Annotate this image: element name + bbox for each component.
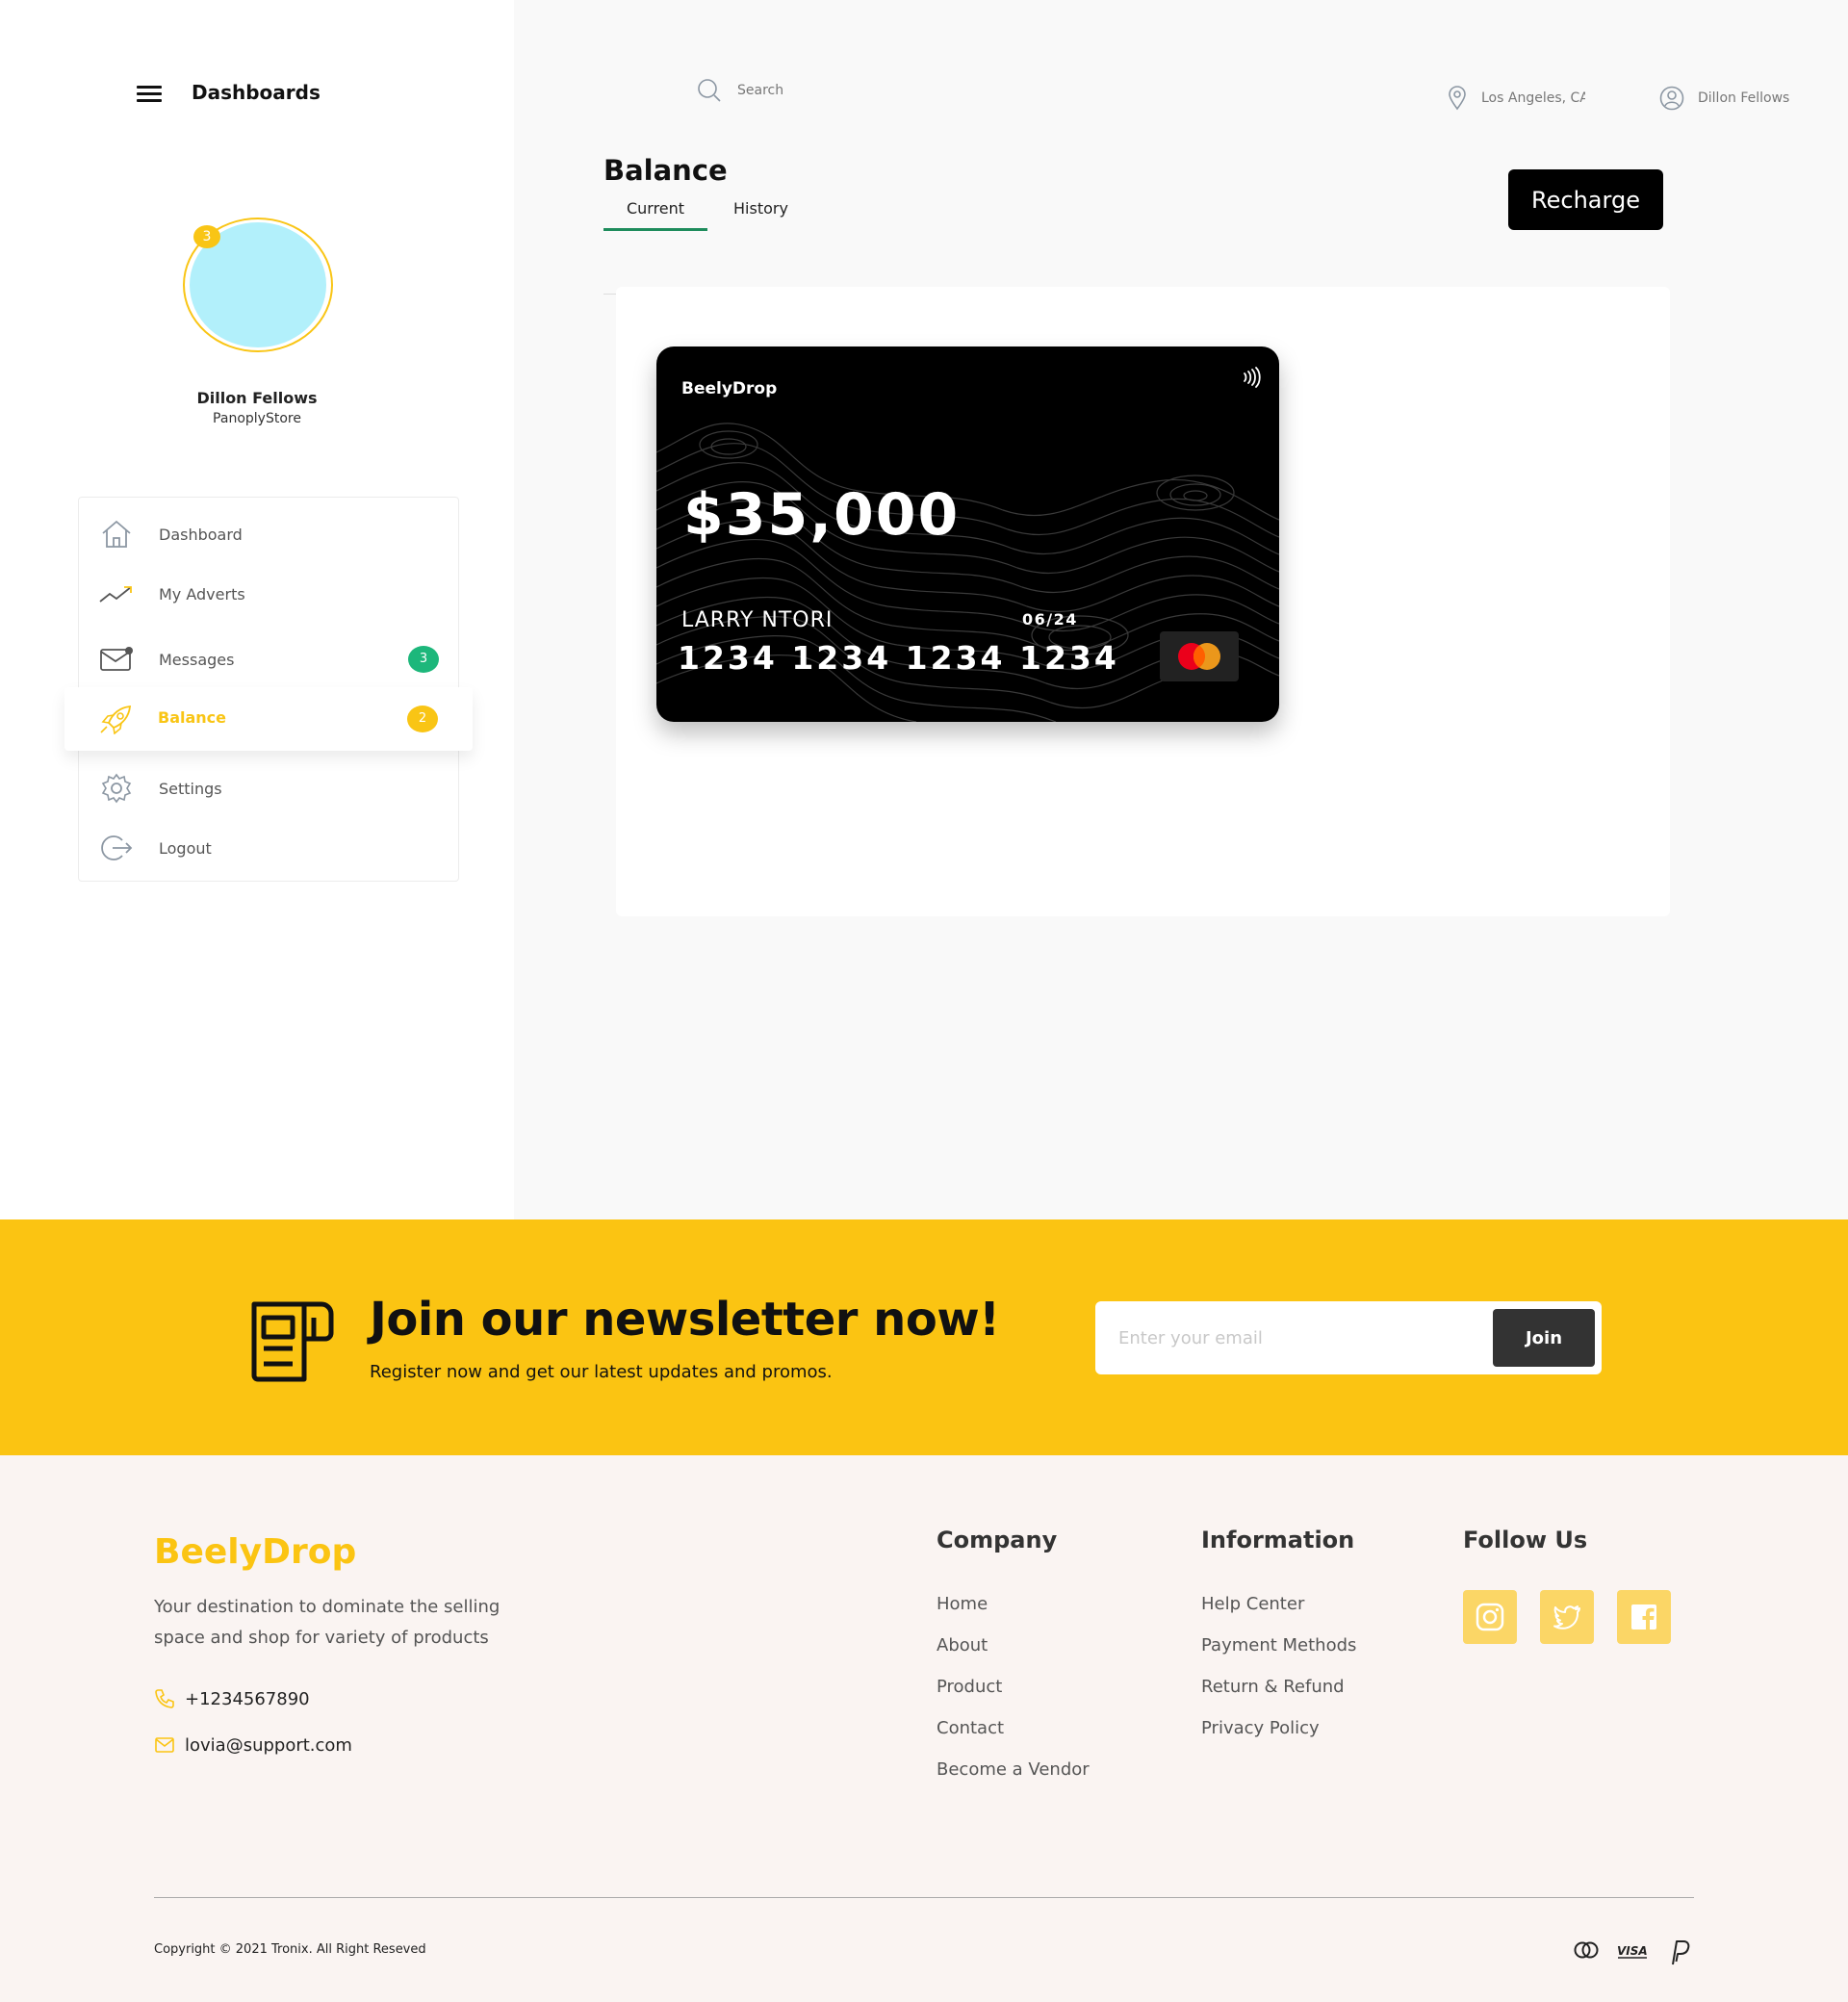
logout-icon [101, 835, 133, 860]
footer-link-payment-methods[interactable]: Payment Methods [1201, 1635, 1356, 1656]
search-box[interactable]: Search [697, 78, 783, 103]
sidebar-item-messages[interactable]: Messages 3 [79, 636, 458, 682]
user-icon [1659, 86, 1684, 111]
trend-up-icon [99, 586, 132, 603]
hamburger-menu-icon[interactable] [137, 86, 162, 102]
footer-link-become-vendor[interactable]: Become a Vendor [937, 1759, 1090, 1780]
home-icon [102, 520, 131, 548]
search-icon [698, 79, 721, 102]
tab-history[interactable]: History [733, 199, 788, 218]
sidebar-item-label: Dashboard [159, 525, 243, 544]
tab-current[interactable]: Current [603, 199, 707, 231]
mastercard-logo-icon [1160, 631, 1239, 681]
profile-name: Dillon Fellows [196, 389, 318, 407]
profile-store: PanoplyStore [213, 411, 301, 426]
sidebar-item-balance[interactable]: Balance 2 [64, 687, 473, 751]
location-selector[interactable]: Los Angeles, CA [1447, 86, 1585, 111]
copyright-text: Copyright © 2021 Tronix. All Right Resev… [154, 1942, 426, 1957]
newsletter-form: Join [1095, 1301, 1602, 1374]
sidebar: Dashboards 3 Dillon Fellows PanoplyStore… [0, 0, 514, 1219]
page-title: Balance [603, 154, 728, 187]
balance-card: BeelyDrop $35,000 LARRY NTORI 06/24 1234… [656, 346, 1279, 722]
footer: BeelyDrop Your destination to dominate t… [0, 1455, 1848, 2002]
footer-brand: BeelyDrop [154, 1532, 357, 1572]
sidebar-item-settings[interactable]: Settings [79, 765, 458, 811]
instagram-icon [1476, 1603, 1504, 1631]
join-button[interactable]: Join [1493, 1309, 1595, 1367]
balance-count-badge: 2 [407, 706, 438, 732]
footer-follow-title: Follow Us [1463, 1527, 1588, 1553]
sidebar-item-my-adverts[interactable]: My Adverts [79, 571, 458, 617]
facebook-icon [1631, 1604, 1656, 1630]
facebook-button[interactable] [1617, 1590, 1671, 1644]
footer-link-return-refund[interactable]: Return & Refund [1201, 1677, 1345, 1697]
footer-link-privacy-policy[interactable]: Privacy Policy [1201, 1718, 1320, 1738]
avatar-notification-badge: 3 [193, 225, 220, 248]
footer-link-contact[interactable]: Contact [937, 1718, 1004, 1738]
phone-icon [155, 1689, 174, 1708]
visa-icon: VISA [1617, 1944, 1648, 1959]
card-expiry: 06/24 [1022, 610, 1078, 629]
location-label: Los Angeles, CA [1481, 90, 1585, 106]
footer-phone[interactable]: +1234567890 [154, 1688, 310, 1709]
twitter-button[interactable] [1540, 1590, 1594, 1644]
newsletter-section: Join our newsletter now! Register now an… [0, 1219, 1848, 1455]
rocket-icon [100, 705, 132, 734]
footer-email[interactable]: lovia@support.com [154, 1734, 352, 1756]
sidebar-item-label: Messages [159, 650, 235, 669]
divider [603, 294, 617, 295]
sidebar-item-label: Balance [158, 708, 226, 727]
mail-icon [100, 647, 133, 671]
footer-divider [154, 1897, 1694, 1898]
footer-link-about[interactable]: About [937, 1635, 988, 1656]
messages-count-badge: 3 [408, 646, 439, 673]
footer-phone-text: +1234567890 [185, 1688, 310, 1709]
footer-link-home[interactable]: Home [937, 1594, 988, 1614]
footer-link-product[interactable]: Product [937, 1677, 1002, 1697]
paypal-icon [1672, 1940, 1690, 1965]
sidebar-item-label: Logout [159, 838, 212, 858]
sidebar-item-label: My Adverts [159, 584, 245, 603]
footer-information-title: Information [1201, 1527, 1355, 1553]
instagram-button[interactable] [1463, 1590, 1517, 1644]
newsletter-subtitle: Register now and get our latest updates … [370, 1362, 833, 1382]
card-brand: BeelyDrop [681, 379, 778, 398]
sidebar-title: Dashboards [192, 81, 321, 104]
email-field[interactable] [1118, 1321, 1475, 1355]
newsletter-title: Join our newsletter now! [370, 1293, 1000, 1347]
sidebar-item-label: Settings [159, 779, 222, 798]
sidebar-item-logout[interactable]: Logout [79, 825, 458, 871]
card-holder-name: LARRY NTORI [681, 608, 834, 632]
card-number: 1234 1234 1234 1234 [678, 639, 1119, 677]
recharge-button[interactable]: Recharge [1508, 169, 1663, 230]
footer-description: Your destination to dominate the selling… [154, 1597, 500, 1648]
contactless-icon [1244, 367, 1261, 388]
user-name-label: Dillon Fellows [1698, 90, 1789, 106]
footer-link-help-center[interactable]: Help Center [1201, 1594, 1304, 1614]
newspaper-icon [251, 1301, 334, 1382]
gear-icon [101, 773, 132, 804]
mail-icon [155, 1737, 174, 1753]
footer-company-title: Company [937, 1527, 1058, 1553]
sidebar-item-dashboard[interactable]: Dashboard [79, 511, 458, 557]
user-menu[interactable]: Dillon Fellows [1659, 86, 1789, 111]
mastercard-icon [1574, 1941, 1599, 1959]
location-pin-icon [1449, 86, 1466, 111]
footer-email-text: lovia@support.com [185, 1734, 352, 1756]
card-balance-amount: $35,000 [683, 481, 961, 549]
search-label: Search [737, 83, 784, 98]
svg-text:VISA: VISA [1617, 1944, 1648, 1958]
twitter-icon [1553, 1605, 1580, 1630]
